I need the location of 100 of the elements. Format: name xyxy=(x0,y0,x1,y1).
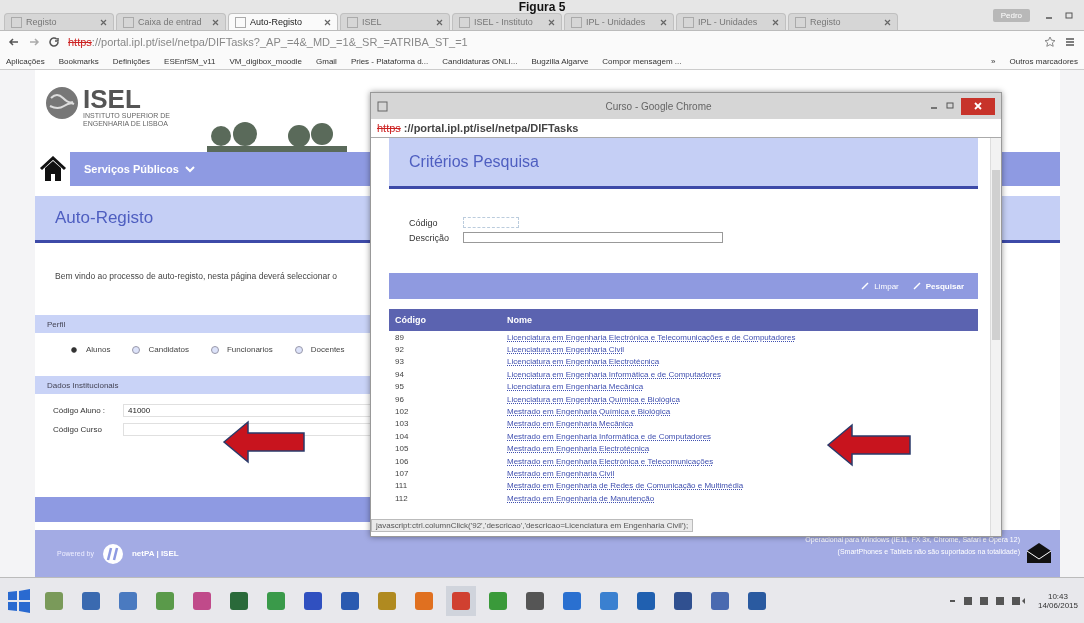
course-link[interactable]: Licenciatura em Engenharia Electrotécnica xyxy=(507,357,660,367)
browser-tab[interactable]: Auto-Registo xyxy=(228,13,338,30)
app-icon[interactable] xyxy=(80,590,102,612)
radio-option[interactable]: Candidatos xyxy=(132,345,189,354)
bookmark-item[interactable]: Aplicações xyxy=(6,56,45,66)
figure-caption: Figura 5 xyxy=(518,0,566,14)
table-cell: 112 xyxy=(395,493,408,503)
maximize-icon[interactable] xyxy=(945,101,955,111)
app-icon[interactable] xyxy=(524,590,546,612)
table-cell: 111 xyxy=(395,481,408,491)
close-tab-icon[interactable] xyxy=(324,18,331,26)
input-field[interactable] xyxy=(463,232,723,243)
close-tab-icon[interactable] xyxy=(772,18,779,26)
input-field[interactable] xyxy=(463,217,519,228)
app-icon[interactable] xyxy=(339,590,361,612)
course-link[interactable]: Licenciatura em Engenharia Electrónica e Telecomunicações e de Computadores xyxy=(507,332,796,342)
bookmark-folder[interactable]: Outros marcadores xyxy=(1009,56,1078,66)
brush-icon xyxy=(912,282,921,290)
reload-icon[interactable] xyxy=(48,36,60,48)
bookmark-item[interactable]: Definições xyxy=(112,56,151,66)
radio-option[interactable]: Funcionarios xyxy=(210,345,273,354)
column-header[interactable]: Código xyxy=(389,315,507,325)
course-link[interactable]: Licenciatura em Engenharia Informática e de Computadores xyxy=(507,369,721,379)
course-link[interactable]: Mestrado em Engenharia Química e Biológica xyxy=(507,407,671,417)
page-icon xyxy=(795,16,806,28)
field-label: Descrição xyxy=(409,232,450,243)
menu-icon[interactable] xyxy=(1064,36,1076,48)
page-icon xyxy=(459,16,470,28)
page-icon xyxy=(123,16,134,28)
globe-logo-icon xyxy=(45,86,79,120)
course-link[interactable]: Mestrado em Engenharia Mecânica xyxy=(507,419,634,429)
page-icon xyxy=(347,16,358,28)
chevron-down-icon[interactable] xyxy=(184,165,195,173)
app-icon[interactable] xyxy=(672,590,694,612)
section-title: Critérios Pesquisa xyxy=(389,138,978,189)
close-icon[interactable] xyxy=(973,101,983,111)
bookmark-item[interactable]: ESEnfSM_v11 xyxy=(164,56,216,66)
app-icon[interactable] xyxy=(487,590,509,612)
table-cell: 105 xyxy=(395,444,409,454)
netpa-logo-icon xyxy=(101,542,124,565)
brush-icon xyxy=(861,282,870,290)
table-cell: 107 xyxy=(395,469,409,478)
close-tab-icon[interactable] xyxy=(548,18,555,26)
app-icon[interactable] xyxy=(265,590,287,612)
close-tab-icon[interactable] xyxy=(660,18,667,26)
bookmark-item[interactable]: Bugzilla Algarve xyxy=(531,56,589,66)
app-icon[interactable] xyxy=(635,590,657,612)
more-bookmarks-button[interactable]: » xyxy=(991,56,996,66)
app-icon[interactable] xyxy=(413,590,435,612)
table-cell: 92 xyxy=(395,345,404,355)
course-link[interactable]: Licenciatura em Engenharia Química e Biológica xyxy=(507,394,680,404)
course-link[interactable]: Licenciatura em Engenharia Civil xyxy=(507,345,624,355)
clock-time: 10:43 xyxy=(1047,592,1068,601)
course-link[interactable]: Mestrado em Engenharia de Manutenção xyxy=(507,493,655,503)
app-icon[interactable] xyxy=(598,590,620,612)
close-tab-icon[interactable] xyxy=(100,18,107,26)
radio-option[interactable]: Docentes xyxy=(294,345,345,354)
window-icon xyxy=(377,100,388,112)
envelope-icon[interactable] xyxy=(1026,542,1052,564)
app-icon[interactable] xyxy=(154,590,176,612)
course-link[interactable]: Licenciatura em Engenharia Mecânica xyxy=(507,382,644,392)
app-icon[interactable] xyxy=(302,590,324,612)
bookmark-item[interactable]: Bookmarks xyxy=(58,56,99,66)
course-link[interactable]: Mestrado em Engenharia Electrotécnica xyxy=(507,444,650,454)
app-icon[interactable] xyxy=(561,590,583,612)
bookmark-item[interactable]: VM_digibox_moodle xyxy=(229,56,302,66)
window-title: Curso - Google Chrome xyxy=(604,100,713,112)
bookmark-item[interactable]: Candidaturas ONLI... xyxy=(442,56,518,66)
app-icon[interactable] xyxy=(117,590,139,612)
bookmark-item[interactable]: Pries - Plataforma d... xyxy=(350,56,429,66)
close-tab-icon[interactable] xyxy=(212,18,219,26)
scrollbar-thumb[interactable] xyxy=(992,170,1000,340)
app-icon[interactable] xyxy=(450,590,472,612)
bookmark-item[interactable]: Gmail xyxy=(316,56,337,66)
app-icon[interactable] xyxy=(746,590,768,612)
home-icon[interactable] xyxy=(38,156,67,182)
forward-icon[interactable] xyxy=(28,36,40,48)
maximize-icon[interactable] xyxy=(1064,11,1074,21)
clock-date: 14/06/2015 xyxy=(1037,601,1078,610)
course-link[interactable]: Mestrado em Engenharia Civil xyxy=(507,469,615,478)
close-tab-icon[interactable] xyxy=(436,18,443,26)
course-link[interactable]: Mestrado em Engenharia Electrónica e Telecomunicações xyxy=(507,456,714,466)
table-cell: 94 xyxy=(395,369,404,379)
app-icon[interactable] xyxy=(191,590,213,612)
back-icon[interactable] xyxy=(8,36,20,48)
app-icon[interactable] xyxy=(228,590,250,612)
bookmark-item[interactable]: Compor mensagem ... xyxy=(602,56,682,66)
radio-option[interactable]: Alunos xyxy=(70,345,111,354)
course-link[interactable]: Mestrado em Engenharia Informática e de Computadores xyxy=(507,431,712,441)
close-button[interactable] xyxy=(961,97,995,115)
column-header[interactable]: Nome xyxy=(507,315,978,325)
table-cell: 106 xyxy=(395,456,409,466)
intro-text: Bem vindo ao processo de auto-registo, nesta página deverá seleccionar o xyxy=(54,270,339,281)
start-icon[interactable] xyxy=(6,588,32,614)
close-tab-icon[interactable] xyxy=(884,18,891,26)
star-icon[interactable] xyxy=(1044,36,1056,48)
page-icon xyxy=(235,16,246,28)
app-icon[interactable] xyxy=(709,590,731,612)
table-cell: 96 xyxy=(395,394,404,404)
course-link[interactable]: Mestrado em Engenharia de Redes de Comunicação e Multimédia xyxy=(507,481,744,491)
